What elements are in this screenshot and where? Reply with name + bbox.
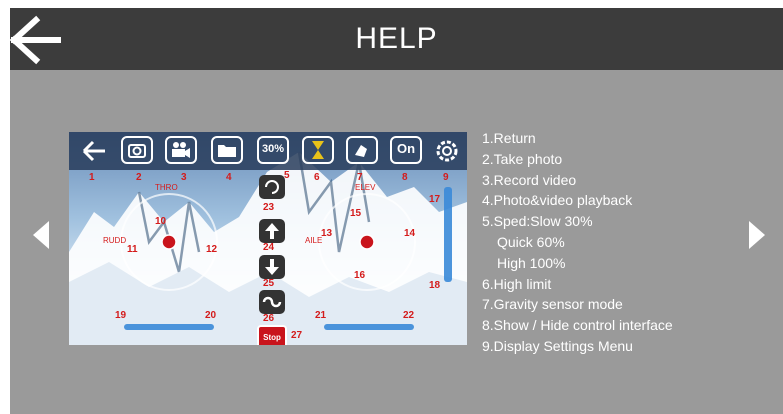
callout-number: 3 (181, 172, 187, 183)
folder-icon (218, 145, 236, 157)
triangle-left-icon (33, 221, 49, 249)
elevator-label: ELEV (355, 183, 376, 192)
callout-number: 24 (263, 242, 275, 253)
callout-number: 11 (127, 244, 138, 255)
takeoff-button[interactable] (259, 219, 285, 243)
legend-item: 6.High limit (482, 275, 552, 292)
speed-button[interactable]: 30% (257, 136, 289, 164)
throttle-label: THRO (155, 183, 178, 192)
rudder-label: RUDD (103, 236, 127, 245)
landing-button[interactable] (259, 255, 285, 279)
control-interface-preview: 30% On THRO RUDD ELEV AILE Stop 1 2 3 4 … (69, 132, 467, 345)
callout-number: 4 (226, 172, 232, 183)
speed-badge: 30% (261, 143, 285, 155)
video-camera-icon (172, 142, 190, 158)
callout-number: 13 (321, 228, 333, 239)
headless-mode-button[interactable] (259, 290, 285, 314)
help-screen: HELP 30% On THRO RUDD ELEV AILE Stop 1 2… (9, 8, 783, 414)
callout-number: 27 (291, 330, 303, 341)
callout-number: 12 (206, 244, 218, 255)
record-video-button[interactable] (165, 136, 197, 164)
callout-number: 26 (263, 313, 275, 324)
legend-item: 7.Gravity sensor mode (482, 296, 623, 313)
legend-item: 5.Sped:Slow 30% (482, 213, 593, 230)
callout-number: 6 (314, 172, 320, 183)
show-hide-toggle[interactable]: On (390, 136, 422, 164)
callout-number: 16 (354, 270, 366, 281)
control-toolbar: 30% On (69, 132, 467, 170)
high-limit-button[interactable] (302, 136, 334, 164)
rotate-icon (265, 180, 279, 194)
legend-item: Quick 60% (497, 233, 565, 250)
gear-icon (436, 140, 458, 162)
callout-number: 5 (284, 170, 290, 181)
triangle-right-icon (749, 221, 765, 249)
take-photo-button[interactable] (121, 136, 153, 164)
callout-number: 18 (429, 280, 441, 291)
previous-page-button[interactable] (32, 220, 50, 255)
gravity-sensor-button[interactable] (346, 136, 378, 164)
callout-number: 20 (205, 310, 217, 321)
callout-number: 14 (404, 228, 416, 239)
toggle-badge: On (396, 141, 416, 156)
loop-icon (262, 296, 282, 308)
callout-number: 25 (263, 278, 275, 289)
legend-item: 9.Display Settings Menu (482, 337, 633, 354)
page-title: HELP (355, 22, 438, 55)
arrow-left-icon (82, 140, 105, 162)
callout-number: 10 (155, 216, 167, 227)
next-page-button[interactable] (748, 220, 766, 255)
playback-button[interactable] (211, 136, 243, 164)
help-legend-list: 1.Return 2.Take photo 3.Record video 4.P… (482, 128, 673, 357)
callout-number: 1 (89, 172, 95, 183)
legend-item: 8.Show / Hide control interface (482, 317, 673, 334)
emergency-stop-button[interactable]: Stop (257, 325, 287, 345)
arrow-up-icon (265, 223, 279, 239)
legend-item: 1.Return (482, 130, 536, 146)
callout-number: 15 (350, 208, 362, 219)
legend-item: 4.Photo&video playback (482, 192, 633, 209)
aileron-label: AILE (305, 236, 323, 245)
callout-number: 8 (402, 172, 408, 183)
callout-number: 2 (136, 172, 142, 183)
tilt-hand-icon (355, 145, 367, 157)
arrow-down-icon (265, 259, 279, 275)
callout-number: 7 (357, 172, 363, 183)
header-bar: HELP (9, 8, 783, 70)
legend-item: 3.Record video (482, 171, 577, 188)
callout-number: 9 (443, 172, 449, 183)
callout-number: 21 (315, 310, 327, 321)
legend-item: 2.Take photo (482, 150, 563, 167)
callout-number: 17 (429, 194, 441, 205)
legend-item: High 100% (497, 254, 566, 271)
one-key-circle-button[interactable] (259, 175, 285, 199)
hourglass-icon (312, 141, 324, 159)
camera-icon (128, 144, 146, 158)
callout-number: 23 (263, 202, 275, 213)
callout-number: 22 (403, 310, 415, 321)
callout-number: 19 (115, 310, 127, 321)
